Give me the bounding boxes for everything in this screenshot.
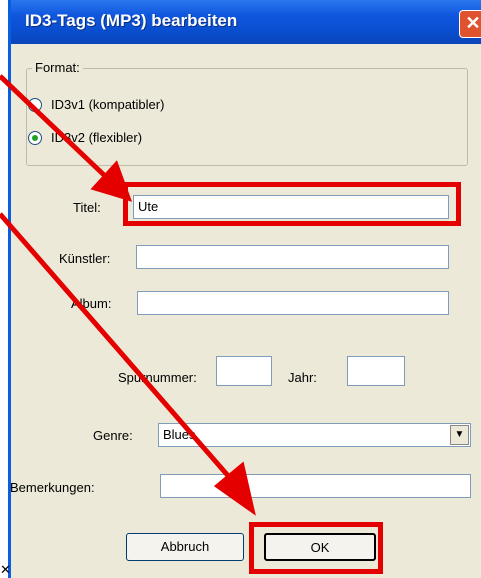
arrow-to-title-line bbox=[0, 74, 106, 177]
arrow-to-ok-line bbox=[0, 212, 232, 480]
cropped-glyph: ✕ bbox=[0, 562, 11, 577]
annotation-arrows bbox=[0, 74, 256, 516]
